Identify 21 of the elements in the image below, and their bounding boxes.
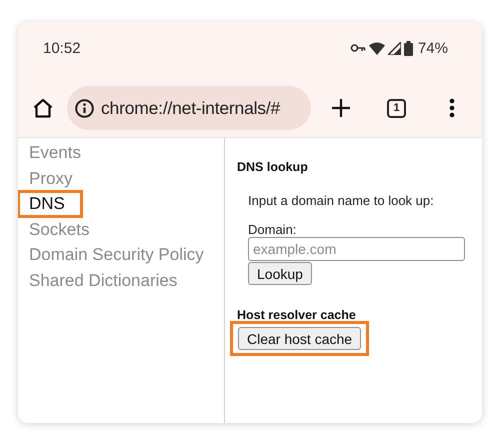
home-button[interactable] (32, 97, 54, 119)
battery-percentage: 74% (418, 40, 448, 56)
info-icon[interactable] (75, 98, 94, 118)
lookup-button[interactable]: Lookup (248, 262, 312, 285)
domain-input-field[interactable]: example.com (248, 237, 465, 261)
sidebar-link[interactable]: DNS (18, 191, 82, 217)
menu-icon[interactable] (449, 98, 455, 118)
address-bar[interactable]: chrome://net-internals/# (67, 86, 311, 130)
tab-switcher-button[interactable]: 1 (387, 98, 406, 118)
new-tab-button[interactable] (331, 98, 351, 118)
signal-icon (388, 42, 401, 54)
section-heading: Host resolver cache (237, 309, 356, 321)
wifi-icon (368, 42, 385, 54)
status-time: 10:52 (43, 40, 81, 56)
key-icon (350, 43, 366, 53)
field-label: Domain: (248, 222, 296, 237)
instruction-text: Input a domain name to look up: (248, 193, 434, 208)
battery-icon (404, 40, 413, 56)
clear-host-cache-button[interactable]: Clear host cache (238, 327, 362, 350)
url-text[interactable]: chrome://net-internals/# (101, 98, 280, 118)
section-heading: DNS lookup (237, 160, 308, 174)
